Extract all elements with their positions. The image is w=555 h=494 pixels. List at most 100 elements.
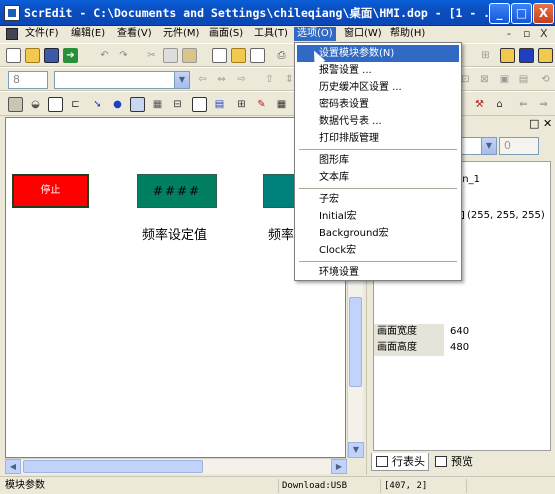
menu-view[interactable]: 查看(V) (114, 27, 155, 41)
bring-front-icon[interactable]: ▣ (497, 72, 512, 87)
minimize-button[interactable]: _ (489, 3, 510, 24)
font-size-combo[interactable]: 8 (8, 71, 48, 89)
list-element-icon[interactable]: ⊞ (234, 97, 249, 112)
property-value: 480 (450, 342, 470, 353)
camera-element-icon[interactable]: ⌂ (492, 97, 507, 112)
copy-icon[interactable] (163, 48, 178, 63)
menu-item-text-library[interactable]: 文本库 (297, 169, 459, 186)
cut-icon[interactable]: ✂ (144, 48, 159, 63)
panel-close-icon[interactable]: ✕ (543, 117, 552, 130)
menu-item-clock-macro[interactable]: Clock宏 (297, 242, 459, 259)
meter-element-icon[interactable] (48, 97, 63, 112)
open-folder-icon[interactable] (25, 48, 40, 63)
redo-icon[interactable]: ↷ (116, 48, 131, 63)
align-left-icon[interactable] (500, 48, 515, 63)
canvas-horizontal-scrollbar[interactable]: ◀ ▶ (5, 458, 347, 474)
property-key: 画面高度 (374, 340, 444, 356)
menu-help[interactable]: 帮助(H) (387, 27, 428, 41)
arrow-left-icon[interactable]: ⇦ (195, 72, 210, 87)
menu-tools[interactable]: 工具(T) (251, 27, 291, 41)
mdi-close-button[interactable]: X (540, 27, 548, 40)
bar-element-icon[interactable]: ⊏ (68, 97, 83, 112)
font-name-combo[interactable]: ▼ (54, 71, 190, 89)
screen-icon[interactable] (212, 48, 227, 63)
undo-icon[interactable]: ↶ (97, 48, 112, 63)
panel-dock-icon[interactable]: □ (529, 117, 539, 130)
scroll-left-icon[interactable]: ◀ (5, 459, 21, 474)
ungroup-icon[interactable]: ⊠ (477, 72, 492, 87)
save-icon[interactable] (44, 48, 59, 63)
document-icon[interactable] (6, 28, 18, 40)
menu-item-print-layout[interactable]: 打印排版管理 (297, 130, 459, 147)
table-element-icon[interactable] (130, 97, 145, 112)
prev-screen-icon[interactable]: ⇐ (516, 97, 531, 112)
arrow-right-icon[interactable]: ⇨ (234, 72, 249, 87)
menu-item-initial-macro[interactable]: Initial宏 (297, 208, 459, 225)
frequency-setpoint-label[interactable]: 频率设定值 (142, 224, 207, 243)
menu-item-password-table[interactable]: 密码表设置 (297, 96, 459, 113)
app-icon[interactable] (4, 5, 20, 21)
rotate-icon[interactable]: ⟲ (538, 72, 553, 87)
menu-edit[interactable]: 编辑(E) (68, 27, 108, 41)
menu-options[interactable]: 选项(O) (294, 27, 336, 41)
chevron-down-icon[interactable]: ▼ (481, 138, 496, 154)
menu-element[interactable]: 元件(M) (160, 27, 202, 41)
property-value: (255, 255, 255) (450, 208, 545, 224)
open-screen-icon[interactable] (231, 48, 246, 63)
numeric-display-element[interactable]: #### (137, 174, 217, 208)
chart-element-icon[interactable]: ▦ (150, 97, 165, 112)
close-button[interactable]: X (533, 3, 554, 24)
tab-properties[interactable]: 行表头 (371, 453, 429, 471)
arrow-horizontal-icon[interactable]: ⇔ (214, 72, 229, 87)
button-element-icon[interactable] (8, 97, 23, 112)
scroll-down-icon[interactable]: ▼ (348, 442, 364, 458)
menu-screen[interactable]: 画面(S) (206, 27, 246, 41)
export-icon[interactable]: ➔ (63, 48, 78, 63)
menu-item-sub-macro[interactable]: 子宏 (297, 191, 459, 208)
menu-item-alarm-settings[interactable]: 报警设置 ... (297, 62, 459, 79)
grid-element-icon[interactable]: ▦ (274, 97, 289, 112)
circle-element-icon[interactable]: ● (110, 97, 125, 112)
stop-button-element[interactable]: 停止 (12, 174, 89, 208)
send-back-icon[interactable]: ▤ (516, 72, 531, 87)
align-top-icon[interactable] (538, 48, 553, 63)
scroll-right-icon[interactable]: ▶ (331, 459, 347, 474)
title-bar: ScrEdit - C:\Documents and Settings\chil… (0, 0, 555, 26)
lamp-element-icon[interactable]: ◒ (28, 97, 43, 112)
property-row-screen-width[interactable]: 画面宽度 640 (374, 324, 550, 340)
next-screen-icon[interactable]: ⇒ (536, 97, 551, 112)
image-element-icon[interactable] (192, 97, 207, 112)
vertical-scroll-thumb[interactable] (349, 297, 362, 387)
pipe-element-icon[interactable]: ➘ (90, 97, 105, 112)
panel-tabs: 行表头 预览 (367, 453, 555, 473)
horizontal-scroll-thumb[interactable] (23, 460, 203, 473)
menu-window[interactable]: 窗口(W) (341, 27, 385, 41)
macro-element-icon[interactable]: ⚒ (472, 97, 487, 112)
close-screen-icon[interactable] (250, 48, 265, 63)
property-row-screen-height[interactable]: 画面高度 480 (374, 340, 550, 356)
chevron-down-icon[interactable]: ▼ (174, 72, 189, 88)
display-element-icon[interactable]: ▤ (212, 97, 227, 112)
options-menu: 设置模块参数(N) 报警设置 ... 历史缓冲区设置 ... 密码表设置 数据代… (294, 42, 462, 281)
paste-icon[interactable] (182, 48, 197, 63)
mdi-minimize-button[interactable]: - (507, 27, 511, 40)
menu-file[interactable]: 文件(F) (22, 27, 62, 41)
frequency-label[interactable]: 频率 (268, 224, 294, 243)
menu-item-environment-settings[interactable]: 环境设置 (297, 264, 459, 281)
tab-preview[interactable]: 预览 (431, 453, 481, 471)
alarm-element-icon[interactable]: ✎ (254, 97, 269, 112)
menu-item-data-codes[interactable]: 数据代号表 ... (297, 113, 459, 130)
print-icon[interactable]: ⎙ (274, 48, 289, 63)
index-spinner[interactable]: 0 (499, 137, 539, 155)
menu-item-graphics-library[interactable]: 图形库 (297, 152, 459, 169)
arrow-up-icon[interactable]: ⇧ (262, 72, 277, 87)
input-element-icon[interactable]: ⊟ (170, 97, 185, 112)
menu-item-history-buffer[interactable]: 历史缓冲区设置 ... (297, 79, 459, 96)
grid-icon[interactable]: ⊞ (478, 48, 493, 63)
mdi-restore-button[interactable]: ▫ (523, 27, 530, 40)
new-file-icon[interactable] (6, 48, 21, 63)
align-right-icon[interactable] (519, 48, 534, 63)
menu-item-background-macro[interactable]: Background宏 (297, 225, 459, 242)
property-value: 640 (450, 326, 470, 337)
maximize-button[interactable]: □ (511, 3, 532, 24)
